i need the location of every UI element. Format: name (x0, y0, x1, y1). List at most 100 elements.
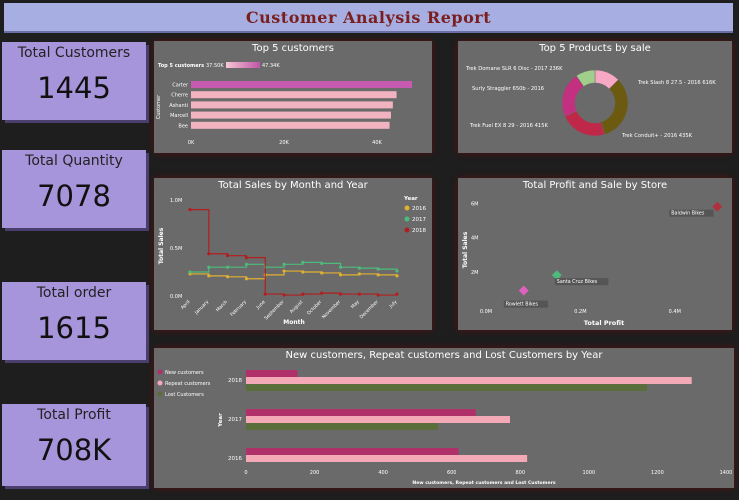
data-point (244, 262, 249, 266)
x-axis-title: Total Profit (584, 319, 624, 327)
data-point (301, 260, 305, 264)
x-tick-label: 1400 (720, 470, 733, 476)
data-point (357, 272, 361, 276)
scatter-point (712, 201, 723, 212)
kpi-label: Total Profit (37, 407, 111, 423)
customers-by-year-panel[interactable]: New customers, Repeat customers and Lost… (154, 348, 734, 488)
x-tick-label: January (193, 299, 210, 316)
legend-title: Top 5 customers (158, 63, 204, 69)
kpi-card-total-quantity[interactable]: Total Quantity 7078 (2, 150, 146, 228)
data-point (244, 277, 249, 281)
data-point (320, 271, 324, 275)
data-point (376, 293, 380, 297)
x-tick-label: 0.4M (669, 309, 681, 315)
profit-by-store-chart: 2M 4M 6M 0.0M 0.2M 0.4M Total Sales Total Profi… (462, 201, 723, 327)
slice-label: Trek Domane SLR 6 Disc - 2017 236K (465, 66, 563, 72)
x-tick-label: 0.2M (574, 309, 586, 315)
kpi-value: 1445 (37, 71, 111, 105)
legend-label: Repeat customers (165, 381, 211, 387)
y-tick-label: 1.0M (170, 198, 182, 204)
x-axis-title: Month (283, 319, 305, 326)
bar (191, 101, 393, 109)
legend-swatch (404, 216, 410, 222)
series-line (190, 270, 398, 280)
category-label: 2016 (228, 456, 242, 462)
kpi-value: 7078 (37, 179, 111, 213)
category-label: Carter (172, 83, 189, 89)
y-axis-title: Total Sales (158, 227, 165, 264)
y-tick-label: 0.0M (170, 294, 182, 300)
x-axis-title: New customers, Repeat customers and Lost… (412, 480, 555, 486)
x-tick-label: 200 (310, 470, 320, 476)
x-tick-label: August (289, 299, 305, 315)
y-tick-label: 2M (471, 270, 479, 276)
top-products-panel[interactable]: Top 5 Products by sale Trek Domane SLR 6… (458, 41, 732, 153)
y-axis-title: Year (218, 413, 224, 428)
data-point (301, 292, 305, 296)
bar (246, 416, 510, 423)
x-tick-label: July (388, 299, 399, 310)
slice-label: Trek Fuel EX 8 29 - 2016 415K (469, 123, 548, 129)
data-point (301, 270, 305, 274)
legend-label: Lost Customers (165, 392, 204, 398)
data-point (320, 261, 324, 265)
data-point (263, 292, 267, 296)
data-point (188, 208, 192, 212)
category-label: Cherre (171, 93, 188, 99)
x-tick-label: November (321, 299, 342, 320)
legend-swatch (404, 205, 410, 211)
bar (246, 409, 476, 416)
x-tick-label: December (359, 299, 380, 320)
legend-swatch (157, 391, 163, 397)
data-point (226, 254, 230, 258)
legend-swatch (157, 380, 163, 386)
x-tick-label: October (306, 299, 323, 316)
kpi-card-total-order[interactable]: Total order 1615 (2, 282, 146, 360)
x-tick-label: June (255, 299, 267, 311)
point-label: Santa Cruz Bikes (557, 279, 598, 285)
top-customers-panel[interactable]: Top 5 customers Top 5 customers 37.50K 47.… (154, 41, 432, 153)
x-tick-label: 0.0M (480, 309, 492, 315)
report-title: Customer Analysis Report (245, 7, 492, 27)
bar (246, 455, 528, 462)
profit-by-store-panel[interactable]: Total Profit and Sale by Store 2M 4M 6M 0.0… (458, 178, 732, 330)
bar (246, 448, 459, 455)
data-point (207, 252, 211, 256)
bar (246, 370, 298, 377)
top-customers-chart: Top 5 customers 37.50K 47.34K Customer Carte… (156, 62, 412, 146)
kpi-label: Total Quantity (25, 153, 123, 169)
y-axis-title: Total Sales (462, 231, 469, 268)
slice-label: Trek Slash 8 27.5 - 2016 616K (637, 80, 716, 86)
kpi-card-total-customers[interactable]: Total Customers 1445 (2, 42, 146, 120)
legend-min-label: 37.50K (206, 63, 224, 69)
bar (246, 384, 648, 391)
legend-swatch (157, 369, 163, 375)
kpi-label: Total Customers (17, 45, 131, 61)
y-axis-title: Customer (156, 94, 162, 119)
bar (191, 111, 391, 119)
x-tick-label: September (263, 299, 285, 321)
data-point (207, 265, 211, 269)
data-point (357, 266, 361, 270)
data-point (207, 274, 211, 278)
data-point (188, 270, 192, 274)
kpi-value: 1615 (37, 311, 111, 345)
sales-by-month-chart: 0.0M 0.5M 1.0M Total Sales Month April January… (158, 196, 426, 326)
legend-swatch (404, 227, 410, 233)
x-tick-label: 1200 (651, 470, 664, 476)
data-point (226, 265, 230, 269)
legend-label: New customers (165, 370, 204, 376)
bar (191, 91, 397, 99)
kpi-label: Total order (36, 285, 112, 301)
x-tick-label: 20K (279, 140, 289, 146)
legend-label: 2018 (412, 228, 426, 234)
kpi-card-total-profit[interactable]: Total Profit 708K (2, 404, 146, 486)
bar (191, 81, 412, 88)
point-label: Rowlett Bikes (506, 302, 539, 308)
donut-slice (600, 79, 629, 135)
scatter-point (518, 285, 529, 296)
bar (191, 121, 390, 129)
y-tick-label: 0.5M (170, 246, 182, 252)
top-products-chart: Trek Domane SLR 6 Disc - 2017 236K Trek S… (465, 66, 716, 139)
sales-by-month-panel[interactable]: Total Sales by Month and Year 0.0M 0.5M 1.… (154, 178, 432, 330)
